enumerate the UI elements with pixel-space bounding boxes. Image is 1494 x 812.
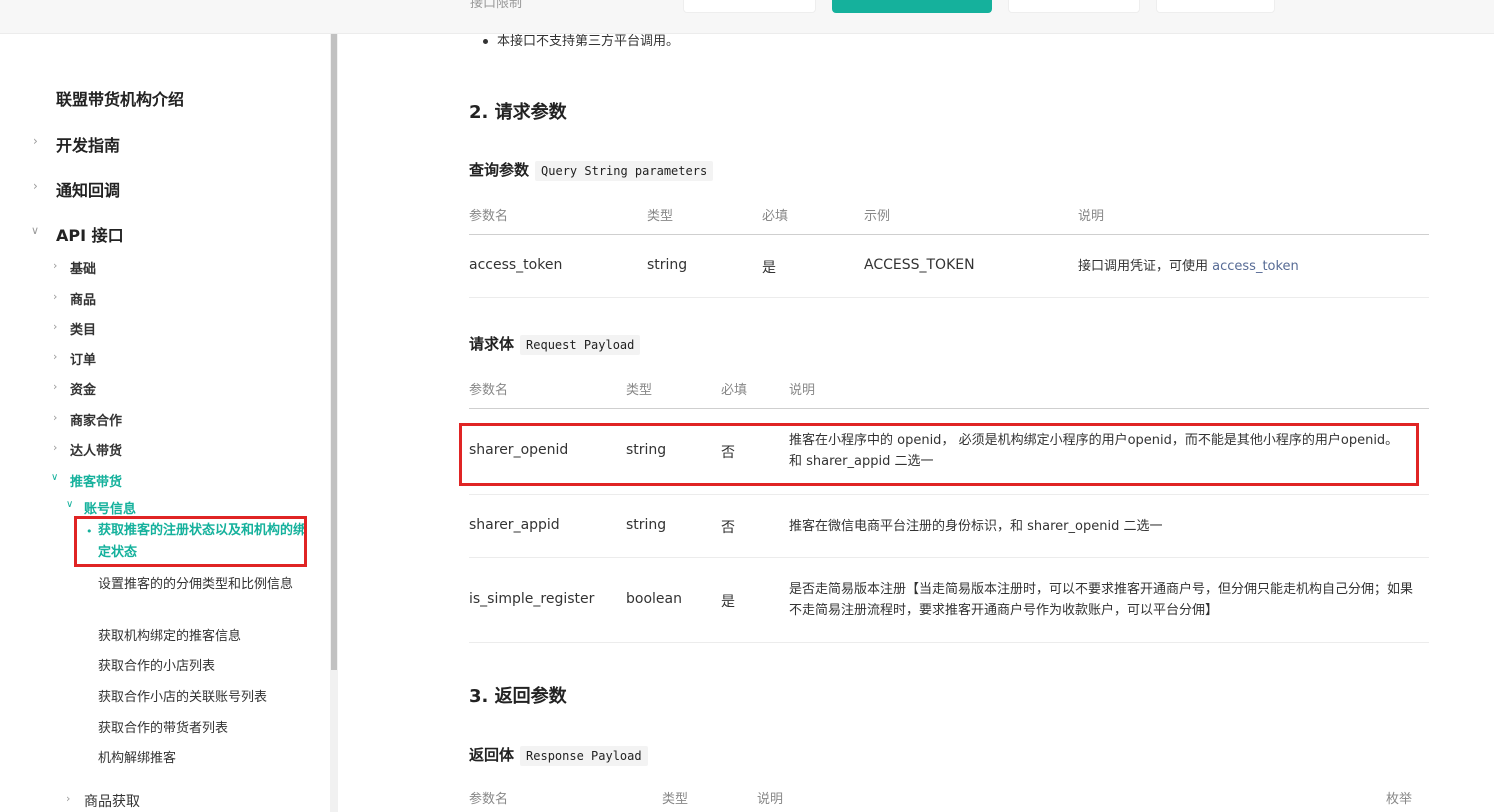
chevron-right-icon: › bbox=[53, 320, 58, 333]
chevron-right-icon: › bbox=[53, 350, 58, 363]
request-payload-title: 请求体 Request Payload bbox=[469, 333, 641, 355]
top-tab-4[interactable] bbox=[1156, 0, 1275, 13]
top-header: 接口限制 bbox=[0, 0, 1494, 34]
sidebar-item-shop-accounts[interactable]: 获取合作小店的关联账号列表 bbox=[98, 687, 308, 709]
param-desc: 推客在微信电商平台注册的身份标识，和 sharer_openid 二选一 bbox=[789, 519, 1163, 534]
response-payload-code: Response Payload bbox=[520, 745, 648, 766]
sidebar-item-product-fetch[interactable]: 商品获取 bbox=[84, 791, 140, 811]
param-type: string bbox=[626, 517, 667, 533]
col-header-desc: 说明 bbox=[789, 383, 816, 398]
chevron-right-icon: › bbox=[66, 792, 71, 805]
section-title-request: 2. 请求参数 bbox=[469, 102, 567, 123]
col-header-required: 必填 bbox=[762, 209, 789, 224]
row-divider bbox=[469, 297, 1429, 298]
param-name: is_simple_register bbox=[469, 591, 595, 607]
chevron-right-icon: › bbox=[53, 380, 58, 393]
chevron-right-icon: › bbox=[33, 179, 38, 193]
col-header-desc: 说明 bbox=[757, 792, 784, 807]
row-divider bbox=[469, 557, 1429, 558]
sidebar-item-bound-sharer[interactable]: 获取机构绑定的推客信息 bbox=[98, 626, 308, 648]
sidebar-item-api[interactable]: API 接口 bbox=[56, 222, 124, 246]
sidebar-item-order[interactable]: 订单 bbox=[70, 349, 96, 368]
col-header-enum: 枚举 bbox=[1386, 792, 1413, 807]
row-divider bbox=[469, 494, 1429, 495]
query-params-code: Query String parameters bbox=[535, 160, 714, 181]
param-desc: 是否走简易版本注册【当走简易版本注册时，可以不要求推客开通商户号，但分佣只能走机… bbox=[789, 582, 1414, 618]
access-token-link[interactable]: access_token bbox=[1212, 259, 1299, 274]
sidebar-item-seller-list[interactable]: 获取合作的带货者列表 bbox=[98, 718, 308, 740]
param-required: 是 bbox=[721, 594, 735, 610]
sidebar-item-shop-list[interactable]: 获取合作的小店列表 bbox=[98, 656, 308, 678]
chevron-right-icon: › bbox=[53, 441, 58, 454]
sidebar-item-sharer[interactable]: 推客带货 bbox=[70, 471, 122, 490]
query-params-title-text: 查询参数 bbox=[469, 161, 530, 179]
section-title-response: 3. 返回参数 bbox=[469, 686, 567, 707]
param-name: sharer_appid bbox=[469, 517, 560, 533]
col-header-type: 类型 bbox=[647, 209, 674, 224]
chevron-right-icon: › bbox=[53, 259, 58, 272]
top-tab-3[interactable] bbox=[1008, 0, 1140, 13]
bullet-icon bbox=[483, 39, 488, 44]
param-example: ACCESS_TOKEN bbox=[864, 257, 975, 273]
sidebar-item-dev-guide[interactable]: 开发指南 bbox=[56, 132, 120, 156]
param-desc-text: 接口调用凭证，可使用 bbox=[1078, 259, 1213, 274]
response-payload-title: 返回体 Response Payload bbox=[469, 744, 648, 766]
sidebar-scrollbar-thumb[interactable] bbox=[331, 34, 337, 670]
sidebar-item-funds[interactable]: 资金 bbox=[70, 379, 96, 398]
param-name: access_token bbox=[469, 257, 563, 273]
sidebar-item-talent[interactable]: 达人带货 bbox=[70, 440, 122, 459]
top-tab-1[interactable] bbox=[683, 0, 816, 13]
col-header-example: 示例 bbox=[864, 209, 891, 224]
param-highlight-box bbox=[459, 423, 1419, 486]
response-payload-title-text: 返回体 bbox=[469, 746, 515, 764]
row-divider bbox=[469, 642, 1429, 643]
sidebar-item-category[interactable]: 类目 bbox=[70, 319, 96, 338]
param-type: boolean bbox=[626, 591, 682, 607]
col-header-type: 类型 bbox=[626, 383, 653, 398]
faded-heading: 接口限制 bbox=[470, 0, 523, 11]
param-desc: 接口调用凭证，可使用 access_token bbox=[1078, 256, 1428, 277]
chevron-down-icon: ∨ bbox=[66, 499, 74, 510]
doc-content: 本接口不支持第三方平台调用。 2. 请求参数 查询参数 Query String … bbox=[459, 0, 1429, 812]
request-payload-title-text: 请求体 bbox=[469, 335, 515, 353]
chevron-right-icon: › bbox=[53, 290, 58, 303]
note-text: 本接口不支持第三方平台调用。 bbox=[497, 34, 680, 49]
chevron-right-icon: › bbox=[33, 134, 38, 148]
sidebar-item-commission[interactable]: 设置推客的的分佣类型和比例信息 bbox=[98, 574, 308, 596]
table-header-divider bbox=[469, 234, 1429, 235]
sidebar-item-unbind[interactable]: 机构解绑推客 bbox=[98, 748, 308, 770]
request-payload-code: Request Payload bbox=[520, 334, 641, 355]
sidebar-item-basic[interactable]: 基础 bbox=[70, 258, 96, 277]
sidebar-item-account-info[interactable]: 账号信息 bbox=[84, 498, 136, 517]
col-header-required: 必填 bbox=[721, 383, 748, 398]
query-params-title: 查询参数 Query String parameters bbox=[469, 159, 714, 181]
sidebar-highlight-box bbox=[74, 516, 307, 567]
chevron-down-icon: ∨ bbox=[31, 224, 40, 237]
sidebar-item-notify[interactable]: 通知回调 bbox=[56, 177, 120, 201]
col-header-name: 参数名 bbox=[469, 792, 509, 807]
col-header-type: 类型 bbox=[662, 792, 689, 807]
param-type: string bbox=[647, 257, 688, 273]
sidebar-item-merchant-coop[interactable]: 商家合作 bbox=[70, 410, 122, 429]
chevron-right-icon: › bbox=[53, 411, 58, 424]
param-required: 否 bbox=[721, 520, 735, 536]
col-header-name: 参数名 bbox=[469, 209, 509, 224]
col-header-name: 参数名 bbox=[469, 383, 509, 398]
param-required: 是 bbox=[762, 260, 776, 276]
chevron-down-icon: ∨ bbox=[51, 472, 59, 483]
sidebar-item-intro[interactable]: 联盟带货机构介绍 bbox=[56, 86, 184, 110]
top-tab-active[interactable] bbox=[832, 0, 992, 13]
sidebar-item-product[interactable]: 商品 bbox=[70, 289, 96, 308]
col-header-desc: 说明 bbox=[1078, 209, 1105, 224]
table-header-divider bbox=[469, 408, 1429, 409]
